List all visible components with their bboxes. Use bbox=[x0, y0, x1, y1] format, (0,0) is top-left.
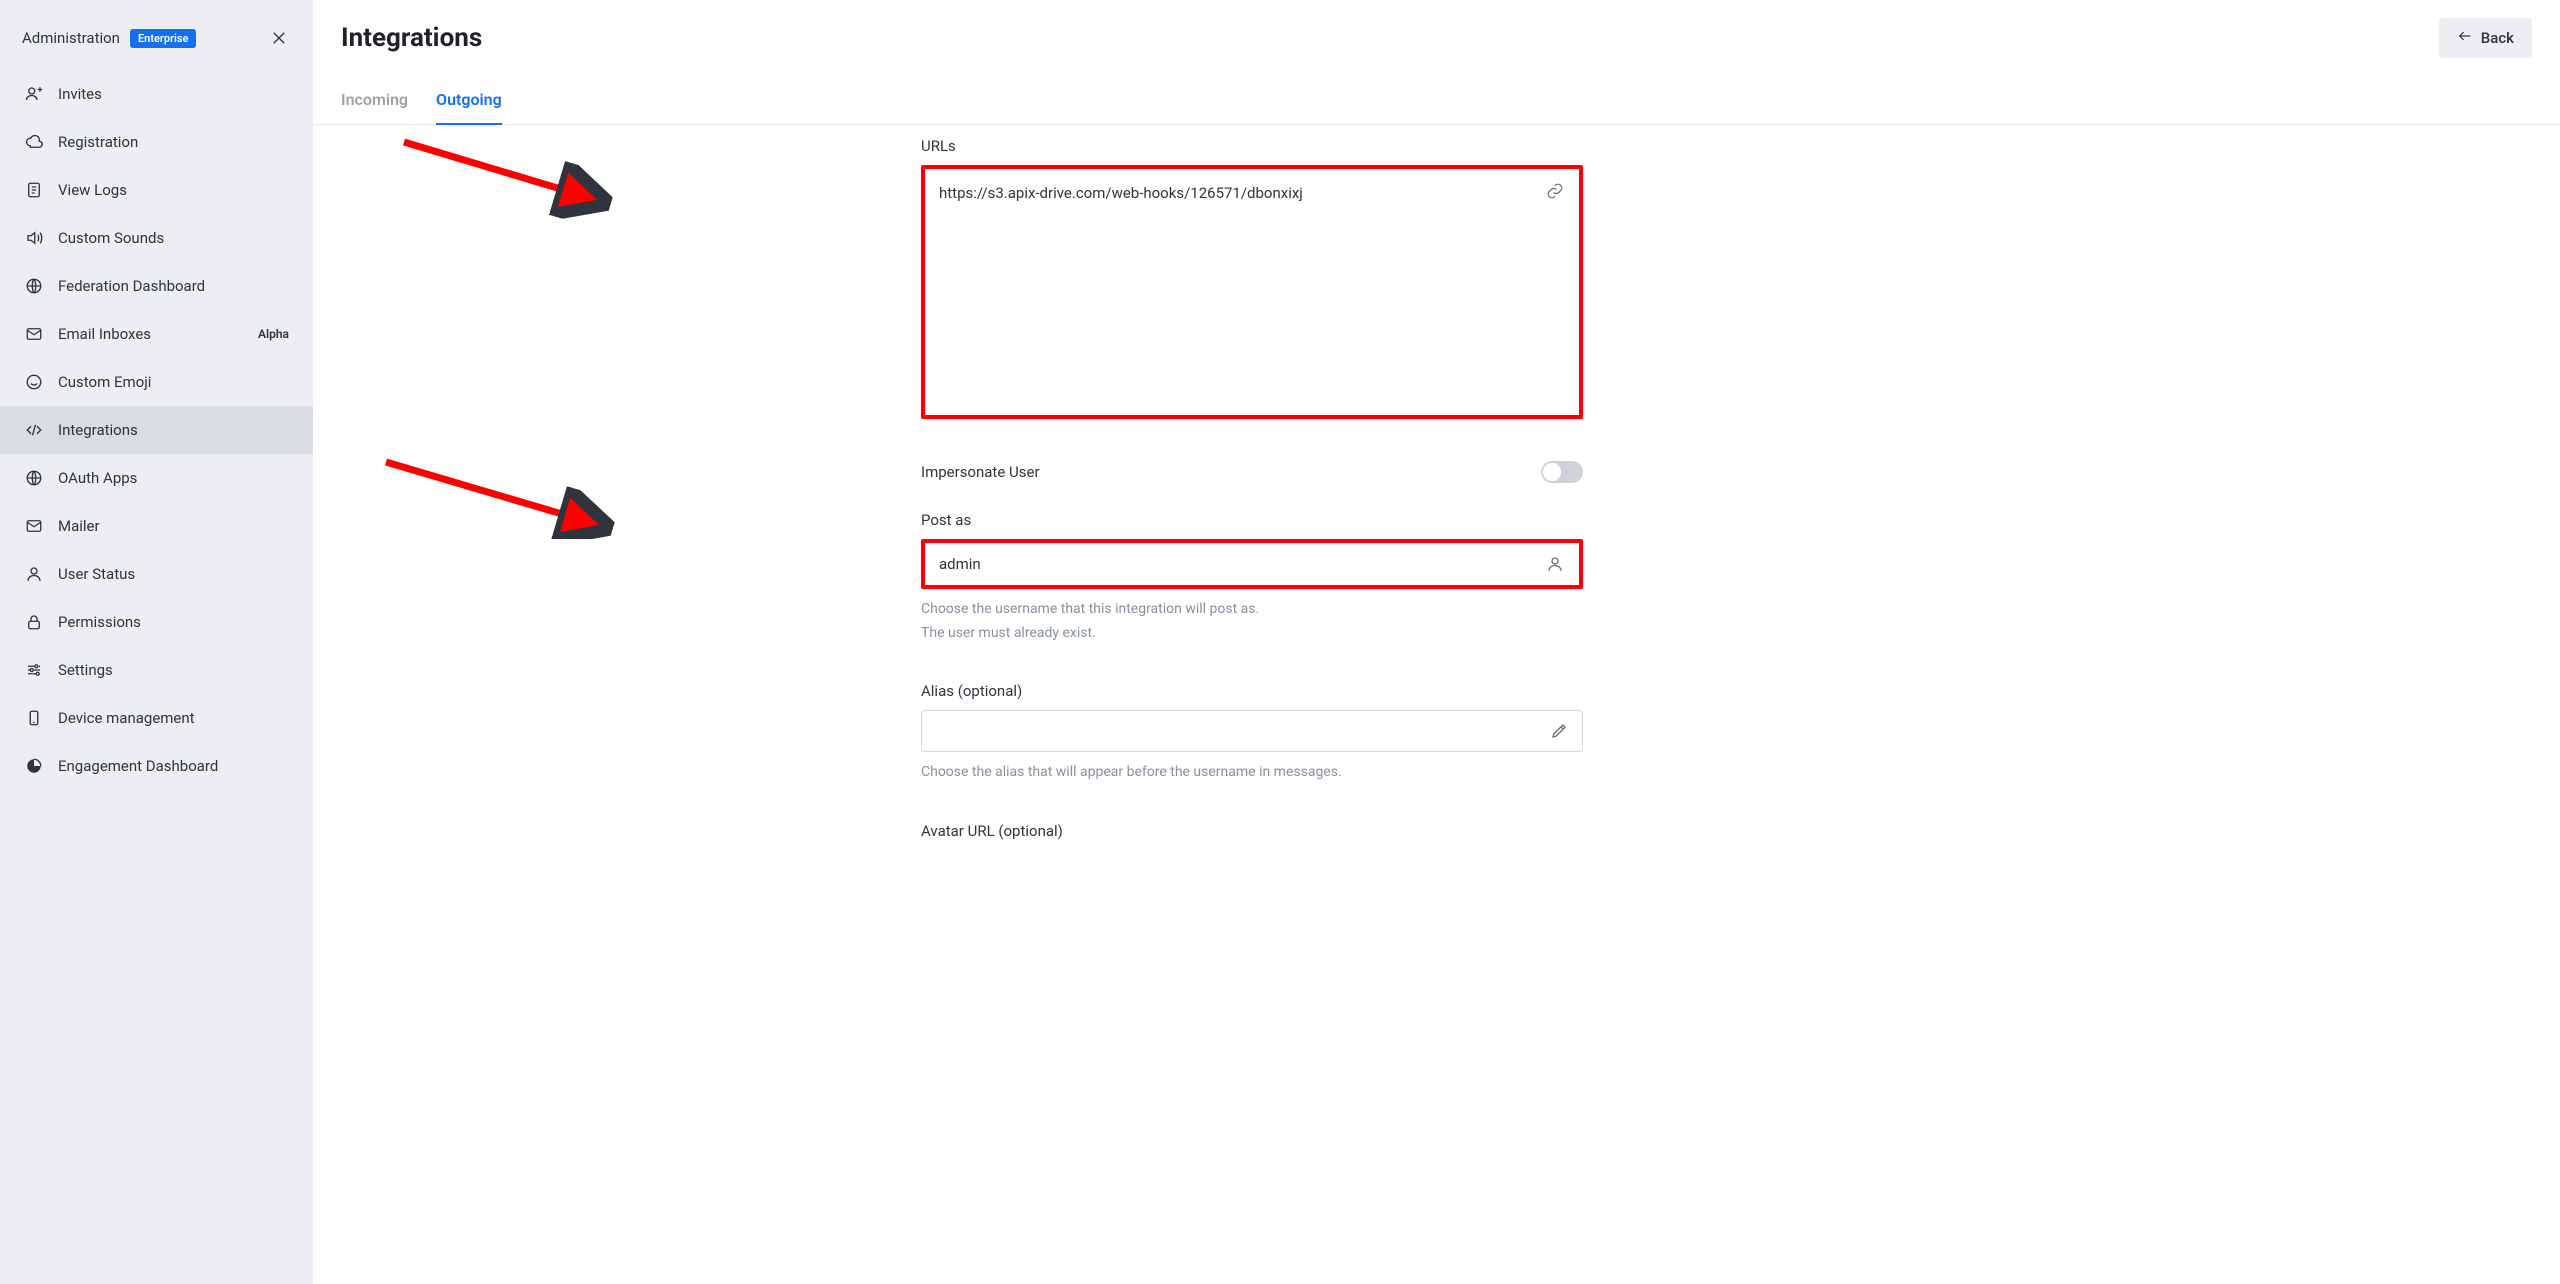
sidebar-item-custom-emoji[interactable]: Custom Emoji bbox=[0, 358, 313, 406]
sidebar-item-label: Federation Dashboard bbox=[58, 277, 205, 295]
user-icon bbox=[1545, 554, 1565, 574]
sidebar-item-label: View Logs bbox=[58, 181, 127, 199]
sidebar-item-custom-sounds[interactable]: Custom Sounds bbox=[0, 214, 313, 262]
log-icon bbox=[24, 180, 44, 200]
mail-icon bbox=[24, 324, 44, 344]
annotation-arrow-icon bbox=[399, 137, 619, 227]
post-as-hint: The user must already exist. bbox=[921, 623, 1583, 645]
form-content: URLs Impersonate User Post as bbox=[313, 125, 2560, 1284]
sidebar-item-engagement-dashboard[interactable]: Engagement Dashboard bbox=[0, 742, 313, 790]
close-icon[interactable] bbox=[267, 26, 291, 50]
sidebar-header: Administration Enterprise bbox=[0, 14, 313, 70]
user-icon bbox=[24, 564, 44, 584]
sidebar-item-integrations[interactable]: Integrations bbox=[0, 406, 313, 454]
page-header: Integrations Back bbox=[313, 0, 2560, 80]
sidebar-item-mailer[interactable]: Mailer bbox=[0, 502, 313, 550]
sidebar-item-oauth-apps[interactable]: OAuth Apps bbox=[0, 454, 313, 502]
alias-label: Alias (optional) bbox=[921, 682, 1583, 700]
user-plus-icon bbox=[24, 84, 44, 104]
urls-highlight-box bbox=[921, 165, 1583, 419]
tab-outgoing[interactable]: Outgoing bbox=[436, 80, 502, 125]
field-avatar-url: Avatar URL (optional) bbox=[921, 822, 1583, 850]
sidebar-item-label: Settings bbox=[58, 661, 113, 679]
alias-input-wrap bbox=[921, 710, 1583, 752]
sidebar-item-label: Registration bbox=[58, 133, 138, 151]
pie-icon bbox=[24, 756, 44, 776]
admin-sidebar: Administration Enterprise Invites Regist… bbox=[0, 0, 313, 1284]
code-icon bbox=[24, 420, 44, 440]
sidebar-item-settings[interactable]: Settings bbox=[0, 646, 313, 694]
avatar-url-label: Avatar URL (optional) bbox=[921, 822, 1583, 840]
link-icon bbox=[1545, 181, 1565, 201]
sidebar-item-registration[interactable]: Registration bbox=[0, 118, 313, 166]
field-urls: URLs bbox=[921, 137, 1583, 419]
impersonate-user-label: Impersonate User bbox=[921, 463, 1040, 481]
urls-input[interactable] bbox=[925, 169, 1579, 411]
emoji-icon bbox=[24, 372, 44, 392]
back-button[interactable]: Back bbox=[2439, 18, 2532, 58]
page-title: Integrations bbox=[341, 23, 482, 53]
sidebar-item-label: User Status bbox=[58, 565, 135, 583]
sidebar-title: Administration bbox=[22, 29, 120, 47]
sidebar-item-view-logs[interactable]: View Logs bbox=[0, 166, 313, 214]
sidebar-item-invites[interactable]: Invites bbox=[0, 70, 313, 118]
field-post-as: Post as Choose the username that this in… bbox=[921, 511, 1583, 644]
globe-icon bbox=[24, 276, 44, 296]
mail-icon bbox=[24, 516, 44, 536]
sliders-icon bbox=[24, 660, 44, 680]
post-as-highlight-box bbox=[921, 539, 1583, 589]
tab-incoming[interactable]: Incoming bbox=[341, 80, 408, 125]
sidebar-item-label: Integrations bbox=[58, 421, 138, 439]
field-alias: Alias (optional) Choose the alias that w… bbox=[921, 682, 1583, 784]
sidebar-item-federation-dashboard[interactable]: Federation Dashboard bbox=[0, 262, 313, 310]
post-as-input[interactable] bbox=[925, 543, 1579, 585]
annotation-arrow-icon bbox=[381, 457, 621, 539]
sidebar-item-label: Engagement Dashboard bbox=[58, 757, 218, 775]
post-as-label: Post as bbox=[921, 511, 1583, 529]
sidebar-item-label: Permissions bbox=[58, 613, 141, 631]
pencil-icon bbox=[1549, 721, 1569, 741]
lock-icon bbox=[24, 612, 44, 632]
enterprise-badge: Enterprise bbox=[130, 29, 197, 48]
device-icon bbox=[24, 708, 44, 728]
sidebar-item-label: Invites bbox=[58, 85, 102, 103]
sidebar-item-email-inboxes[interactable]: Email Inboxes Alpha bbox=[0, 310, 313, 358]
alias-hint: Choose the alias that will appear before… bbox=[921, 762, 1583, 784]
sidebar-items: Invites Registration View Logs Custom So… bbox=[0, 70, 313, 790]
alpha-badge: Alpha bbox=[258, 327, 289, 341]
impersonate-user-toggle[interactable] bbox=[1541, 461, 1583, 483]
sidebar-item-label: Custom Emoji bbox=[58, 373, 151, 391]
field-impersonate-user: Impersonate User bbox=[921, 461, 1583, 483]
sidebar-item-user-status[interactable]: User Status bbox=[0, 550, 313, 598]
main-panel: Integrations Back Incoming Outgoing bbox=[313, 0, 2560, 1284]
sidebar-item-label: Email Inboxes bbox=[58, 325, 151, 343]
sidebar-item-device-management[interactable]: Device management bbox=[0, 694, 313, 742]
globe-icon bbox=[24, 468, 44, 488]
sidebar-item-label: Mailer bbox=[58, 517, 100, 535]
sidebar-item-label: OAuth Apps bbox=[58, 469, 137, 487]
sidebar-item-permissions[interactable]: Permissions bbox=[0, 598, 313, 646]
urls-label: URLs bbox=[921, 137, 1583, 155]
tabs: Incoming Outgoing bbox=[313, 80, 2560, 125]
alias-input[interactable] bbox=[921, 710, 1583, 752]
post-as-hint: Choose the username that this integratio… bbox=[921, 599, 1583, 621]
arrow-left-icon bbox=[2457, 28, 2473, 48]
back-button-label: Back bbox=[2481, 29, 2514, 47]
sidebar-item-label: Device management bbox=[58, 709, 195, 727]
cloud-icon bbox=[24, 132, 44, 152]
sound-icon bbox=[24, 228, 44, 248]
sidebar-item-label: Custom Sounds bbox=[58, 229, 164, 247]
